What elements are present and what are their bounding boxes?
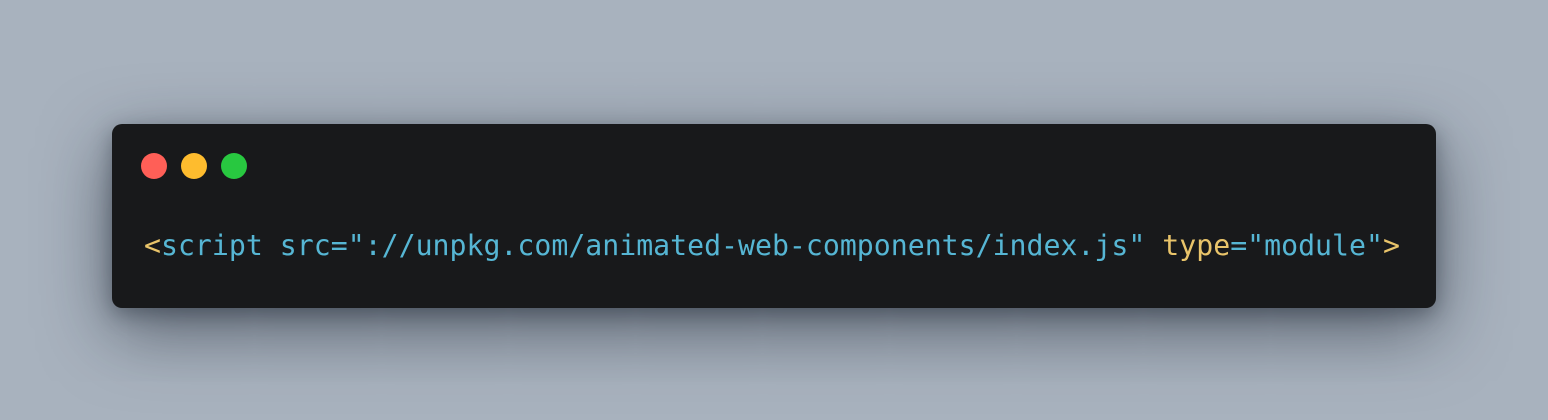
open-bracket-token: < <box>144 229 161 262</box>
code-window: <script src="://unpkg.com/animated-web-c… <box>112 124 1436 308</box>
maximize-dot-icon[interactable] <box>221 153 247 179</box>
tag-name-token: script <box>160 229 263 262</box>
equals-token: = <box>1230 229 1248 262</box>
src-attribute-token: src <box>279 229 331 262</box>
equals-token: = <box>330 229 348 262</box>
src-value-token: "://unpkg.com/animated-web-components/in… <box>347 229 1146 262</box>
close-dot-icon[interactable] <box>141 153 167 179</box>
type-attribute-token: type <box>1162 229 1231 262</box>
type-value-token: "module" <box>1247 229 1383 262</box>
close-bracket-token: > <box>1382 229 1400 262</box>
minimize-dot-icon[interactable] <box>181 153 207 179</box>
code-line: <script src="://unpkg.com/animated-web-c… <box>144 228 1400 264</box>
window-controls <box>141 153 247 179</box>
